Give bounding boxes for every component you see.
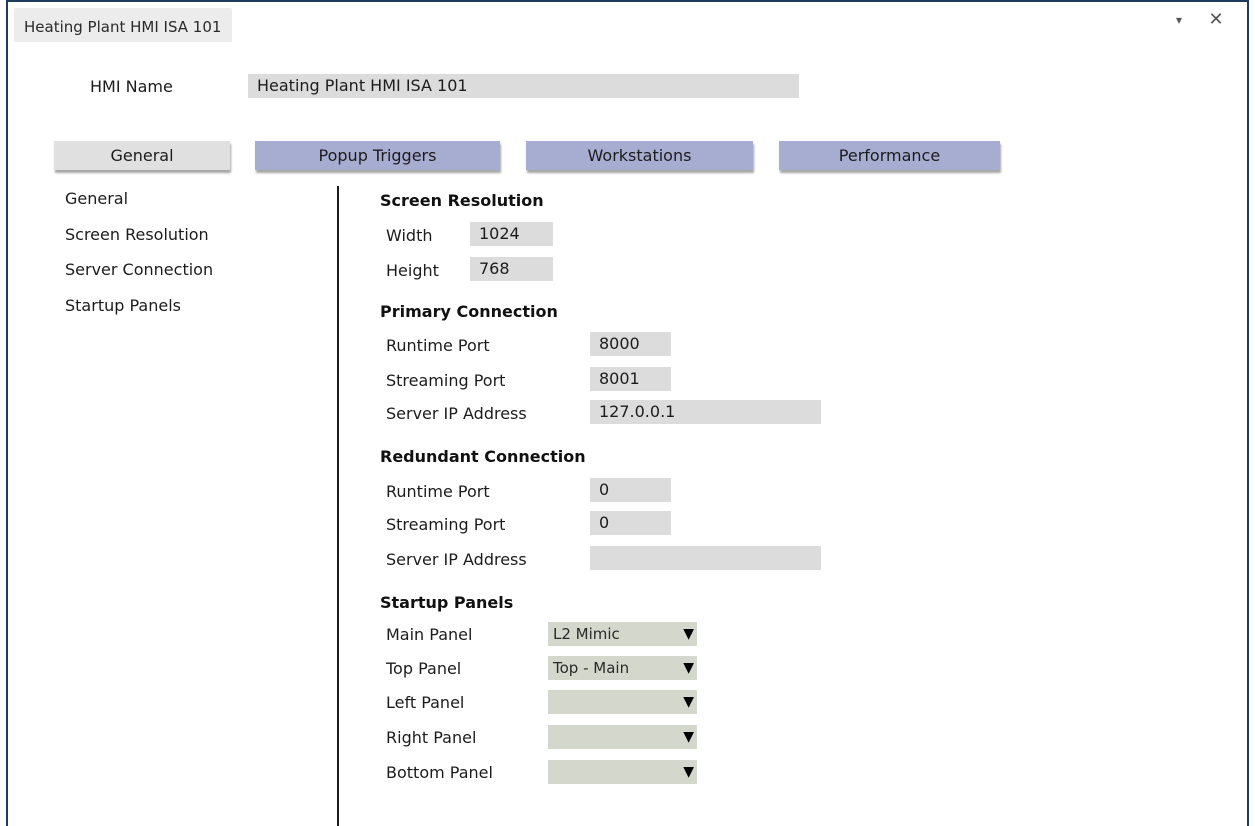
- dropdown-arrow-icon: ▼: [683, 626, 694, 642]
- primary-streaming-port-label: Streaming Port: [386, 371, 506, 390]
- primary-streaming-port-field[interactable]: 8001: [590, 367, 671, 391]
- title-bar: Heating Plant HMI ISA 101 ▾ ✕: [8, 0, 1247, 42]
- redundant-runtime-port-field[interactable]: 0: [590, 478, 671, 502]
- hmi-name-label: HMI Name: [90, 77, 173, 96]
- width-label: Width: [386, 226, 433, 245]
- dropdown-arrow-icon: ▼: [683, 764, 694, 780]
- section-heading-redundant-connection: Redundant Connection: [380, 447, 586, 466]
- sidebar-item-server-connection[interactable]: Server Connection: [65, 260, 213, 279]
- sidebar-item-startup-panels[interactable]: Startup Panels: [65, 296, 181, 315]
- tab-performance[interactable]: Performance: [779, 141, 1000, 170]
- tab-general[interactable]: General: [54, 141, 230, 170]
- top-panel-select[interactable]: Top - Main ▼: [548, 656, 697, 680]
- redundant-server-ip-field[interactable]: [590, 546, 821, 570]
- tab-workstations[interactable]: Workstations: [526, 141, 753, 170]
- primary-server-ip-field[interactable]: 127.0.0.1: [590, 400, 821, 424]
- redundant-runtime-port-label: Runtime Port: [386, 482, 490, 501]
- sidebar-item-general[interactable]: General: [65, 189, 128, 208]
- section-heading-primary-connection: Primary Connection: [380, 302, 558, 321]
- section-heading-startup-panels: Startup Panels: [380, 593, 514, 612]
- top-panel-label: Top Panel: [386, 659, 462, 678]
- dropdown-arrow-icon: ▼: [683, 694, 694, 710]
- bottom-panel-label: Bottom Panel: [386, 763, 493, 782]
- dropdown-arrow-icon: ▼: [683, 660, 694, 676]
- redundant-streaming-port-label: Streaming Port: [386, 515, 506, 534]
- primary-runtime-port-field[interactable]: 8000: [590, 332, 671, 356]
- top-panel-value: Top - Main: [553, 659, 630, 677]
- close-icon[interactable]: ✕: [1206, 10, 1226, 30]
- bottom-panel-select[interactable]: ▼: [548, 760, 697, 784]
- height-label: Height: [386, 261, 439, 280]
- hmi-settings-window: Heating Plant HMI ISA 101 ▾ ✕ HMI Name H…: [6, 0, 1249, 826]
- redundant-streaming-port-field[interactable]: 0: [590, 511, 671, 535]
- main-panel-value: L2 Mimic: [553, 625, 620, 643]
- left-panel-select[interactable]: ▼: [548, 690, 697, 714]
- sidebar-divider: [337, 186, 339, 826]
- right-panel-select[interactable]: ▼: [548, 725, 697, 749]
- left-panel-label: Left Panel: [386, 693, 465, 712]
- primary-runtime-port-label: Runtime Port: [386, 336, 490, 355]
- main-panel-label: Main Panel: [386, 625, 473, 644]
- redundant-server-ip-label: Server IP Address: [386, 550, 527, 569]
- dropdown-arrow-icon: ▼: [683, 729, 694, 745]
- section-heading-screen-resolution: Screen Resolution: [380, 191, 544, 210]
- right-panel-label: Right Panel: [386, 728, 477, 747]
- chevron-down-icon[interactable]: ▾: [1169, 10, 1189, 30]
- document-tab[interactable]: Heating Plant HMI ISA 101: [14, 8, 233, 42]
- sidebar-item-screen-resolution[interactable]: Screen Resolution: [65, 225, 209, 244]
- primary-server-ip-label: Server IP Address: [386, 404, 527, 423]
- main-panel-select[interactable]: L2 Mimic ▼: [548, 622, 697, 646]
- height-field[interactable]: 768: [470, 257, 553, 281]
- hmi-name-field[interactable]: Heating Plant HMI ISA 101: [248, 74, 799, 98]
- width-field[interactable]: 1024: [470, 222, 553, 246]
- tab-popup-triggers[interactable]: Popup Triggers: [255, 141, 500, 170]
